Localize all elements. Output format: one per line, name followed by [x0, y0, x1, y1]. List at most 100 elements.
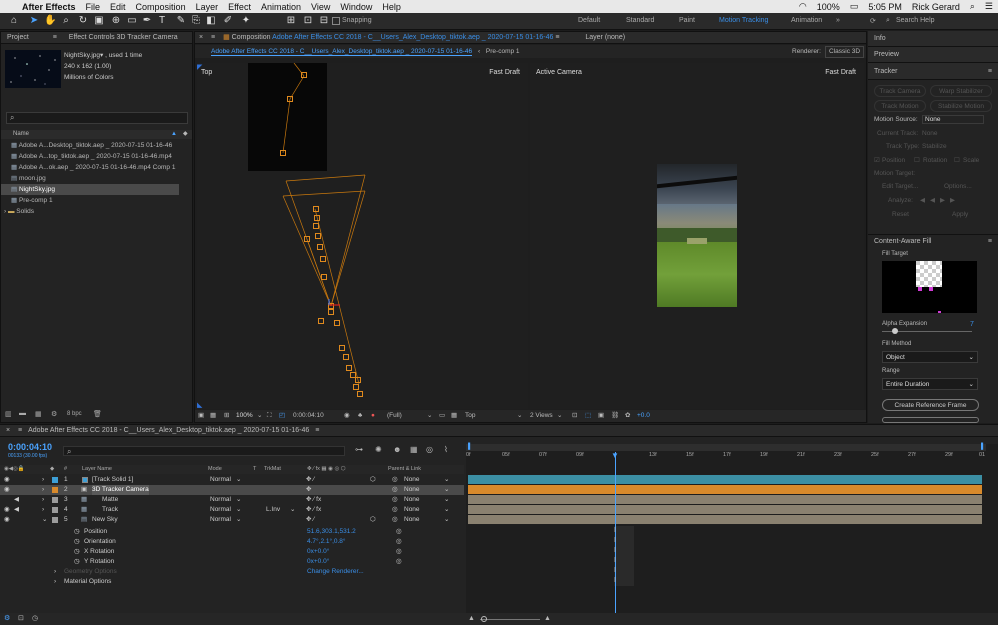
active-camera-viewer[interactable]: Active Camera Fast Draft — [530, 63, 864, 409]
exposure-icon[interactable]: ✿ — [625, 410, 630, 422]
puppet-tool-icon[interactable]: ✦ — [240, 15, 252, 27]
layer-switches-icon[interactable]: ✥ ⁄ fx — [306, 505, 321, 515]
caf-header[interactable]: Content-Aware Fill ≡ — [868, 235, 998, 249]
playhead-handle[interactable]: ▼ — [611, 451, 619, 460]
col-trkmat[interactable]: TrkMat — [264, 465, 281, 474]
zoom-slider-handle[interactable] — [481, 616, 487, 622]
property-value[interactable]: 0x+0.0° — [307, 557, 329, 567]
audio-icon[interactable]: ◀ — [14, 505, 19, 515]
show-snapshot-icon[interactable]: ♣ — [358, 410, 362, 422]
change-renderer-link[interactable]: Change Renderer... — [307, 567, 364, 577]
layer-row[interactable]: ◉ ◀ › 4 ▦ Track Normal ⌄ L.Inv ⌄ ✥ ⁄ fx … — [0, 505, 464, 515]
timeline-icon[interactable]: ▣ — [598, 410, 604, 422]
tab-effect-controls[interactable]: Effect Controls 3D Tracker Camera — [69, 34, 178, 41]
app-menu[interactable]: After Effects — [22, 2, 76, 12]
battery-icon[interactable]: ▭ — [850, 1, 859, 12]
camera-keyframe-marker[interactable] — [357, 391, 363, 397]
label-color-swatch[interactable] — [52, 497, 58, 503]
camera-keyframe-marker[interactable] — [315, 233, 321, 239]
tab-project[interactable]: Project — [7, 34, 29, 41]
panel-menu-icon[interactable]: ≡ — [988, 63, 992, 80]
panel-menu-icon[interactable]: ≡ — [18, 427, 22, 434]
roi-icon[interactable]: ▭ — [439, 410, 445, 422]
zoom-slider-track[interactable] — [480, 619, 540, 620]
camera-keyframe-marker[interactable] — [321, 274, 327, 280]
property-group-row[interactable]: › Geometry Options Change Renderer... — [0, 567, 464, 577]
generate-fill-button[interactable] — [882, 417, 979, 423]
camera-keyframe-marker[interactable] — [317, 244, 323, 250]
layer-parent[interactable]: None — [404, 515, 420, 525]
breadcrumb-precomp[interactable]: Pre-comp 1 — [486, 48, 520, 55]
comp-tab-name[interactable]: Adobe After Effects CC 2018 - C__Users_A… — [272, 34, 553, 41]
camera-keyframe-marker[interactable] — [346, 365, 352, 371]
camera-tool-icon[interactable]: ▣ — [93, 15, 105, 27]
pickwhip-icon[interactable]: ◎ — [392, 505, 398, 515]
stabilize-motion-button[interactable]: Stabilize Motion — [930, 100, 992, 112]
flowchart-icon[interactable]: ⛓ — [611, 410, 619, 422]
menu-layer[interactable]: Layer — [196, 2, 219, 12]
expression-pickwhip-icon[interactable]: ◎ — [396, 537, 402, 547]
warp-stabilizer-button[interactable]: Warp Stabilizer — [930, 85, 992, 97]
camera-keyframe-marker[interactable] — [304, 236, 310, 242]
world-axis-icon[interactable]: ⊡ — [302, 15, 314, 27]
video-eye-icon[interactable]: ◉ — [4, 505, 10, 515]
layer-mode[interactable]: Normal — [210, 475, 231, 485]
expression-pickwhip-icon[interactable]: ◎ — [396, 527, 402, 537]
camera-keyframe-marker[interactable] — [313, 223, 319, 229]
layer-parent[interactable]: None — [404, 495, 420, 505]
chevron-down-icon[interactable]: ⌄ — [257, 410, 262, 422]
label-color-swatch[interactable] — [52, 517, 58, 523]
project-folder[interactable]: › ▬ Solids — [1, 206, 192, 217]
search-help-input[interactable]: Search Help — [896, 17, 935, 24]
layer-switches-icon[interactable]: ✥ — [306, 485, 311, 495]
fast-preview-icon[interactable]: ⬚ — [585, 410, 591, 422]
info-panel-header[interactable]: Info — [868, 31, 998, 47]
color-channel-icon[interactable]: ● — [371, 410, 375, 422]
hand-tool-icon[interactable]: ✋ — [44, 15, 56, 27]
label-color-swatch[interactable] — [52, 507, 58, 513]
stopwatch-icon[interactable]: ◷ — [74, 557, 80, 567]
rotate-tool-icon[interactable]: ↻ — [77, 15, 89, 27]
view-axis-icon[interactable]: ⊟ — [318, 15, 330, 27]
brush-tool-icon[interactable]: ✎ — [175, 15, 187, 27]
menu-window[interactable]: Window — [340, 2, 372, 12]
property-value[interactable]: 4.7°,2.1°,0.8° — [307, 537, 346, 547]
panel-menu-icon[interactable]: ≡ — [315, 427, 319, 434]
layer-name[interactable]: New Sky — [92, 515, 118, 525]
label-color-swatch[interactable] — [52, 477, 58, 483]
name-column-header[interactable]: Name ▲ ◆ — [1, 130, 192, 139]
sort-icon[interactable]: ▲ — [171, 130, 177, 139]
workspace-paint[interactable]: Paint — [679, 17, 695, 24]
keyframe-marker[interactable]: I — [614, 557, 616, 564]
graph-editor-icon[interactable]: ⌇ — [444, 445, 448, 454]
analyze-controls-icon[interactable]: ◀◀▶▶ — [920, 196, 960, 204]
chevron-down-icon[interactable]: ⌄ — [236, 495, 241, 505]
project-item[interactable]: ▤ moon.jpg — [1, 173, 192, 184]
project-item[interactable]: ▦ Adobe A...ok.aep _ 2020-07-15 01-16-46… — [1, 162, 192, 173]
sync-icon[interactable]: ⟳ — [870, 17, 876, 25]
chevron-down-icon[interactable]: ⌄ — [290, 505, 295, 515]
layer-mode[interactable]: Normal — [210, 505, 231, 515]
layer-parent[interactable]: None — [404, 475, 420, 485]
camera-keyframe-marker[interactable] — [280, 150, 286, 156]
camera-keyframe-marker[interactable] — [353, 384, 359, 390]
timeline-tab[interactable]: Adobe After Effects CC 2018 - C__Users_A… — [28, 427, 309, 434]
expand-arrow-icon[interactable]: › — [42, 505, 44, 515]
menu-edit[interactable]: Edit — [110, 2, 126, 12]
layer-tab[interactable]: Layer (none) — [585, 34, 625, 41]
audio-icon[interactable]: ◀ — [14, 495, 19, 505]
mask-visibility-icon[interactable]: ◰ — [279, 410, 285, 422]
property-row[interactable]: ◷ Orientation 4.7°,2.1°,0.8° ◎ — [0, 537, 464, 547]
layer-row[interactable]: ◉ ⌄ 5 ▤ New Sky Normal ⌄ ✥ ⁄ ⬡ ◎ None ⌄ — [0, 515, 464, 525]
property-row[interactable]: ◷ X Rotation 0x+0.0° ◎ — [0, 547, 464, 557]
chevron-down-icon[interactable]: ⌄ — [444, 475, 449, 485]
pickwhip-icon[interactable]: ◎ — [392, 515, 398, 525]
close-tab-icon[interactable]: × — [199, 34, 203, 41]
toggle-render-time-icon[interactable]: ◷ — [32, 613, 38, 625]
time-ruler[interactable]: 0f 05f 07f 09f 13f 15f 17f 19f 21f 23f 2… — [466, 452, 986, 464]
pen-tool-icon[interactable]: ✒ — [141, 15, 153, 27]
property-value[interactable]: 51.6,303.1,531.2 — [307, 527, 356, 537]
camera-keyframe-marker[interactable] — [320, 256, 326, 262]
draft-3d-icon[interactable]: ✺ — [375, 445, 382, 454]
expand-arrow-icon[interactable]: › — [42, 495, 44, 505]
